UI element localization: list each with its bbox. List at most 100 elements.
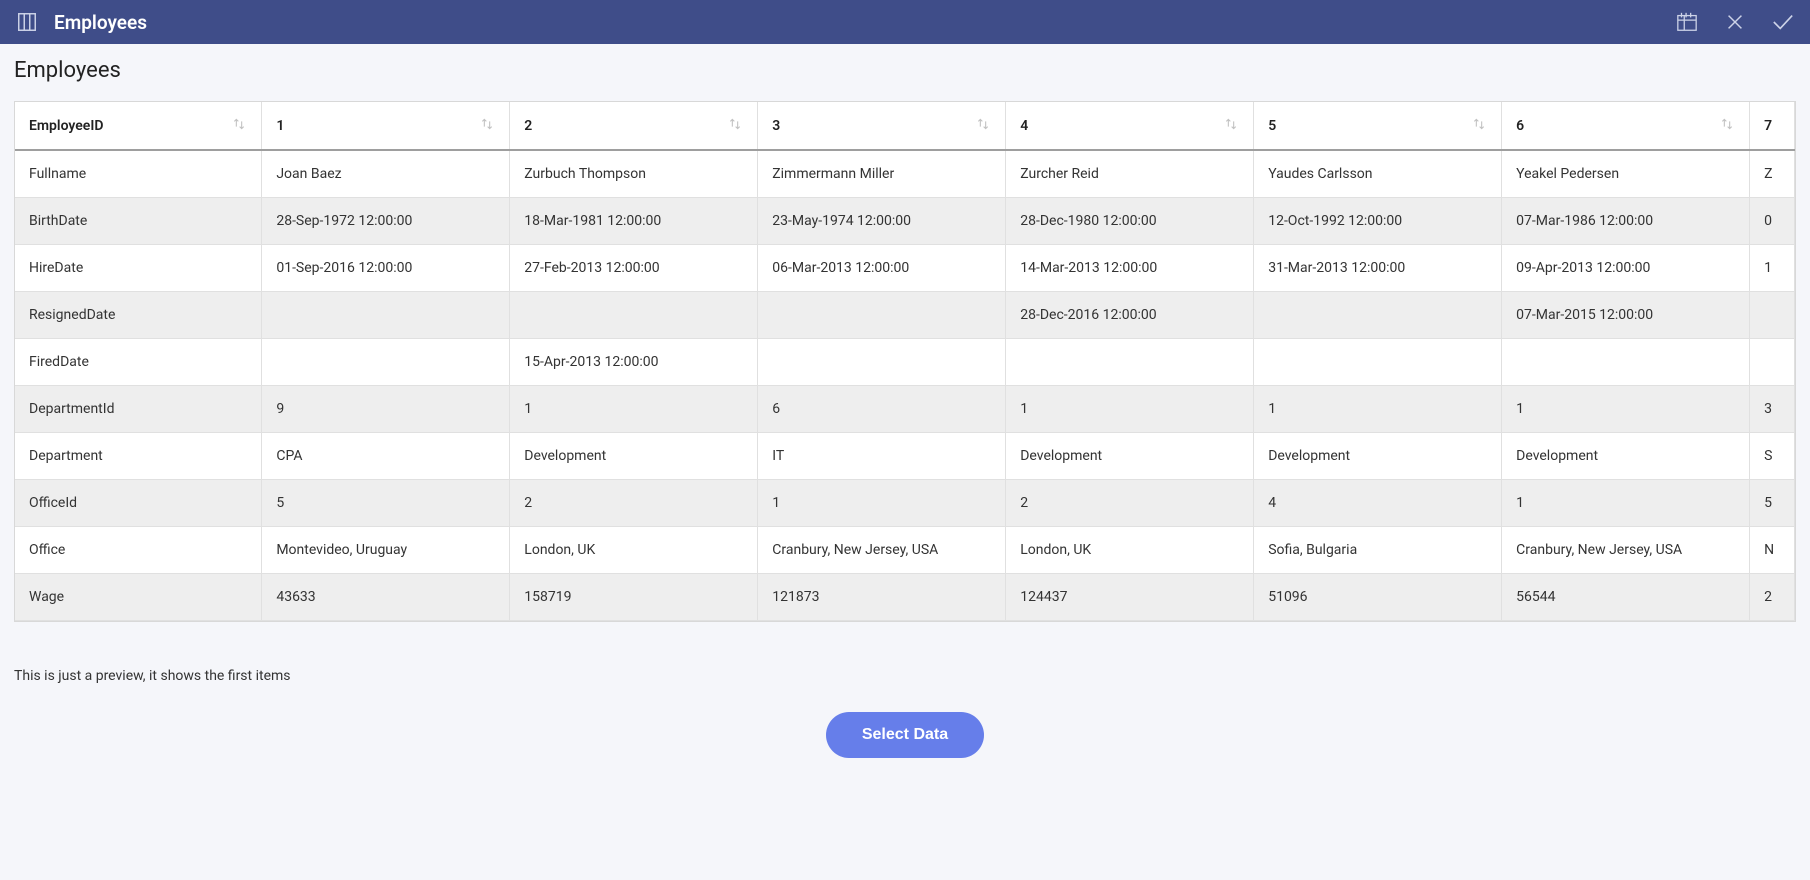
close-icon[interactable] [1722, 9, 1748, 35]
cell: London, UK [1006, 526, 1254, 573]
table-row: ResignedDate 28-Dec-2016 12:00:00 07-Mar-2… [15, 291, 1795, 338]
cell: 5 [1750, 479, 1795, 526]
cell: 158719 [510, 573, 758, 620]
column-header-label: 4 [1020, 118, 1028, 134]
cell [1750, 338, 1795, 385]
cell: 12-Oct-1992 12:00:00 [1254, 197, 1502, 244]
table-row: BirthDate28-Sep-1972 12:00:0018-Mar-1981… [15, 197, 1795, 244]
cell: 07-Mar-2015 12:00:00 [1502, 291, 1750, 338]
cell: 5 [262, 479, 510, 526]
cell [1502, 338, 1750, 385]
column-header-label: 1 [276, 118, 284, 134]
row-label: FiredDate [15, 338, 262, 385]
sort-icon[interactable] [1719, 116, 1735, 136]
column-header-5[interactable]: 5 [1254, 102, 1502, 150]
column-header-label: 2 [524, 118, 532, 134]
cell: 4 [1254, 479, 1502, 526]
cell: 1 [1006, 385, 1254, 432]
header-filter-icon[interactable] [1674, 9, 1700, 35]
cell: Development [1502, 432, 1750, 479]
cell: 1 [1502, 479, 1750, 526]
cell: London, UK [510, 526, 758, 573]
column-header-6[interactable]: 6 [1502, 102, 1750, 150]
sort-icon[interactable] [1471, 116, 1487, 136]
column-header-label: 3 [772, 118, 780, 134]
cell: 2 [1750, 573, 1795, 620]
cell [1254, 291, 1502, 338]
cell: 121873 [758, 573, 1006, 620]
cell: Yeakel Pedersen [1502, 150, 1750, 197]
column-header-1[interactable]: 1 [262, 102, 510, 150]
column-header-3[interactable]: 3 [758, 102, 1006, 150]
topbar: Employees [0, 0, 1810, 44]
cell: 06-Mar-2013 12:00:00 [758, 244, 1006, 291]
cell [1750, 291, 1795, 338]
table-row: OfficeId5212415 [15, 479, 1795, 526]
cell: Development [1254, 432, 1502, 479]
cell: 1 [1750, 244, 1795, 291]
cell: 51096 [1254, 573, 1502, 620]
cell: CPA [262, 432, 510, 479]
cell: 28-Dec-1980 12:00:00 [1006, 197, 1254, 244]
data-grid: EmployeeID1234567 FullnameJoan BaezZurbu… [14, 101, 1796, 622]
cell: Z [1750, 150, 1795, 197]
column-header-7[interactable]: 7 [1750, 102, 1795, 150]
row-label: Fullname [15, 150, 262, 197]
cell: 3 [1750, 385, 1795, 432]
cell: 28-Sep-1972 12:00:00 [262, 197, 510, 244]
sort-icon[interactable] [1223, 116, 1239, 136]
cell: 1 [1254, 385, 1502, 432]
table-icon [14, 9, 40, 35]
cell: Development [1006, 432, 1254, 479]
select-data-button[interactable]: Select Data [826, 712, 984, 758]
topbar-title: Employees [54, 11, 147, 34]
column-header-employeeid[interactable]: EmployeeID [15, 102, 262, 150]
cell [262, 291, 510, 338]
column-header-4[interactable]: 4 [1006, 102, 1254, 150]
cell: 6 [758, 385, 1006, 432]
cell: 14-Mar-2013 12:00:00 [1006, 244, 1254, 291]
sort-icon[interactable] [479, 116, 495, 136]
cell: 31-Mar-2013 12:00:00 [1254, 244, 1502, 291]
cell: Cranbury, New Jersey, USA [1502, 526, 1750, 573]
cell [262, 338, 510, 385]
row-label: OfficeId [15, 479, 262, 526]
cell [510, 291, 758, 338]
cell: 07-Mar-1986 12:00:00 [1502, 197, 1750, 244]
sort-icon[interactable] [727, 116, 743, 136]
preview-note: This is just a preview, it shows the fir… [14, 668, 1796, 684]
row-label: ResignedDate [15, 291, 262, 338]
column-header-2[interactable]: 2 [510, 102, 758, 150]
cell: 09-Apr-2013 12:00:00 [1502, 244, 1750, 291]
cell: 15-Apr-2013 12:00:00 [510, 338, 758, 385]
cell: Development [510, 432, 758, 479]
sort-icon[interactable] [231, 116, 247, 136]
cell: N [1750, 526, 1795, 573]
row-label: Department [15, 432, 262, 479]
cell: 1 [510, 385, 758, 432]
cell [1006, 338, 1254, 385]
cell: Yaudes Carlsson [1254, 150, 1502, 197]
column-header-label: 6 [1516, 118, 1524, 134]
cell: 23-May-1974 12:00:00 [758, 197, 1006, 244]
cell: 28-Dec-2016 12:00:00 [1006, 291, 1254, 338]
table-row: DepartmentCPADevelopmentITDevelopmentDev… [15, 432, 1795, 479]
page-title: Employees [14, 58, 1796, 83]
column-header-label: 7 [1764, 118, 1772, 134]
cell: 1 [1502, 385, 1750, 432]
row-label: DepartmentId [15, 385, 262, 432]
cell [758, 291, 1006, 338]
cell: Sofia, Bulgaria [1254, 526, 1502, 573]
column-header-label: 5 [1268, 118, 1276, 134]
sort-icon[interactable] [975, 116, 991, 136]
cell: 18-Mar-1981 12:00:00 [510, 197, 758, 244]
table-row: Wage4363315871912187312443751096565442 [15, 573, 1795, 620]
confirm-icon[interactable] [1770, 9, 1796, 35]
cell [758, 338, 1006, 385]
table-row: OfficeMontevideo, UruguayLondon, UKCranb… [15, 526, 1795, 573]
cell [1254, 338, 1502, 385]
cell: Zurbuch Thompson [510, 150, 758, 197]
table-row: FullnameJoan BaezZurbuch ThompsonZimmerm… [15, 150, 1795, 197]
cell: 01-Sep-2016 12:00:00 [262, 244, 510, 291]
cell: Montevideo, Uruguay [262, 526, 510, 573]
